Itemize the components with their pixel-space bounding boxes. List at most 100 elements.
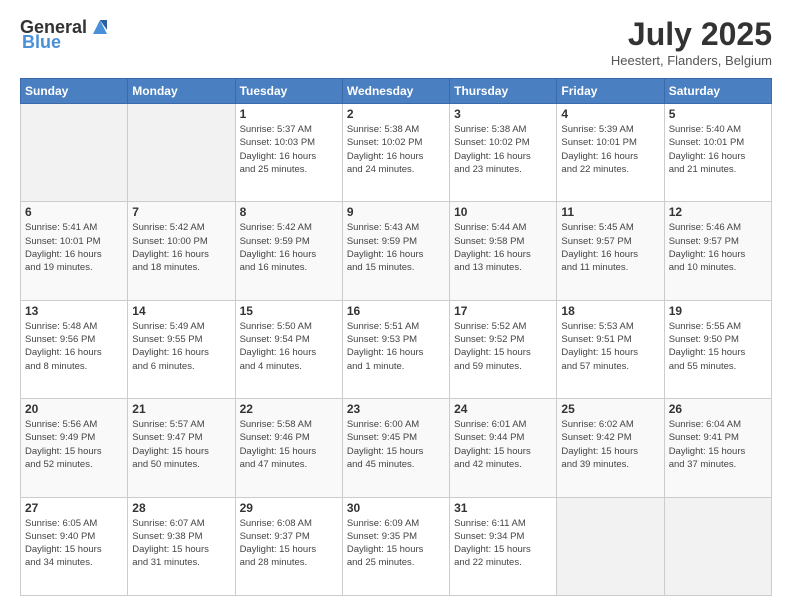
day-number: 15 — [240, 304, 338, 318]
day-number: 31 — [454, 501, 552, 515]
day-number: 21 — [132, 402, 230, 416]
day-info: Sunrise: 5:44 AM Sunset: 9:58 PM Dayligh… — [454, 221, 552, 274]
day-info: Sunrise: 5:42 AM Sunset: 9:59 PM Dayligh… — [240, 221, 338, 274]
table-row: 6Sunrise: 5:41 AM Sunset: 10:01 PM Dayli… — [21, 202, 128, 300]
day-info: Sunrise: 6:04 AM Sunset: 9:41 PM Dayligh… — [669, 418, 767, 471]
day-number: 18 — [561, 304, 659, 318]
day-info: Sunrise: 5:53 AM Sunset: 9:51 PM Dayligh… — [561, 320, 659, 373]
day-info: Sunrise: 5:40 AM Sunset: 10:01 PM Daylig… — [669, 123, 767, 176]
day-info: Sunrise: 5:57 AM Sunset: 9:47 PM Dayligh… — [132, 418, 230, 471]
col-thursday: Thursday — [450, 79, 557, 104]
day-number: 12 — [669, 205, 767, 219]
day-info: Sunrise: 6:07 AM Sunset: 9:38 PM Dayligh… — [132, 517, 230, 570]
day-info: Sunrise: 5:52 AM Sunset: 9:52 PM Dayligh… — [454, 320, 552, 373]
day-number: 27 — [25, 501, 123, 515]
table-row: 15Sunrise: 5:50 AM Sunset: 9:54 PM Dayli… — [235, 300, 342, 398]
day-info: Sunrise: 5:46 AM Sunset: 9:57 PM Dayligh… — [669, 221, 767, 274]
table-row: 1 Sunrise: 5:37 AM Sunset: 10:03 PM Dayli… — [235, 104, 342, 202]
day-number: 17 — [454, 304, 552, 318]
day-info: Sunrise: 6:00 AM Sunset: 9:45 PM Dayligh… — [347, 418, 445, 471]
day-number: 10 — [454, 205, 552, 219]
day-info: Sunrise: 5:48 AM Sunset: 9:56 PM Dayligh… — [25, 320, 123, 373]
table-row: 7 Sunrise: 5:42 AM Sunset: 10:00 PM Dayli… — [128, 202, 235, 300]
table-row: 28 Sunrise: 6:07 AM Sunset: 9:38 PM Dayli… — [128, 497, 235, 595]
day-number: 9 — [347, 205, 445, 219]
day-info: Sunrise: 5:39 AM Sunset: 10:01 PM Daylig… — [561, 123, 659, 176]
day-number: 19 — [669, 304, 767, 318]
day-number: 4 — [561, 107, 659, 121]
table-row: 29Sunrise: 6:08 AM Sunset: 9:37 PM Dayli… — [235, 497, 342, 595]
col-wednesday: Wednesday — [342, 79, 449, 104]
day-info: Sunrise: 5:56 AM Sunset: 9:49 PM Dayligh… — [25, 418, 123, 471]
table-row — [664, 497, 771, 595]
day-info: Sunrise: 6:01 AM Sunset: 9:44 PM Dayligh… — [454, 418, 552, 471]
day-number: 11 — [561, 205, 659, 219]
day-info: Sunrise: 6:08 AM Sunset: 9:37 PM Dayligh… — [240, 517, 338, 570]
day-number: 7 — [132, 205, 230, 219]
location-title: Heestert, Flanders, Belgium — [611, 53, 772, 68]
calendar-header-row: Sunday Monday Tuesday Wednesday Thursday… — [21, 79, 772, 104]
logo-blue: Blue — [22, 32, 61, 53]
table-row: 26 Sunrise: 6:04 AM Sunset: 9:41 PM Dayli… — [664, 399, 771, 497]
table-row: 25 Sunrise: 6:02 AM Sunset: 9:42 PM Dayli… — [557, 399, 664, 497]
table-row: 23 Sunrise: 6:00 AM Sunset: 9:45 PM Dayli… — [342, 399, 449, 497]
table-row: 9 Sunrise: 5:43 AM Sunset: 9:59 PM Daylig… — [342, 202, 449, 300]
day-info: Sunrise: 5:45 AM Sunset: 9:57 PM Dayligh… — [561, 221, 659, 274]
day-number: 23 — [347, 402, 445, 416]
col-sunday: Sunday — [21, 79, 128, 104]
table-row: 22 Sunrise: 5:58 AM Sunset: 9:46 PM Dayli… — [235, 399, 342, 497]
day-number: 5 — [669, 107, 767, 121]
day-number: 3 — [454, 107, 552, 121]
table-row: 2 Sunrise: 5:38 AM Sunset: 10:02 PM Dayli… — [342, 104, 449, 202]
day-info: Sunrise: 6:11 AM Sunset: 9:34 PM Dayligh… — [454, 517, 552, 570]
day-number: 14 — [132, 304, 230, 318]
table-row: 27 Sunrise: 6:05 AM Sunset: 9:40 PM Dayli… — [21, 497, 128, 595]
day-number: 22 — [240, 402, 338, 416]
day-info: Sunrise: 5:51 AM Sunset: 9:53 PM Dayligh… — [347, 320, 445, 373]
title-section: July 2025 Heestert, Flanders, Belgium — [611, 16, 772, 68]
table-row: 10 Sunrise: 5:44 AM Sunset: 9:58 PM Dayli… — [450, 202, 557, 300]
day-number: 24 — [454, 402, 552, 416]
day-number: 1 — [240, 107, 338, 121]
table-row: 17 Sunrise: 5:52 AM Sunset: 9:52 PM Dayli… — [450, 300, 557, 398]
day-info: Sunrise: 5:49 AM Sunset: 9:55 PM Dayligh… — [132, 320, 230, 373]
day-info: Sunrise: 5:38 AM Sunset: 10:02 PM Daylig… — [454, 123, 552, 176]
table-row: 3 Sunrise: 5:38 AM Sunset: 10:02 PM Dayli… — [450, 104, 557, 202]
day-info: Sunrise: 5:41 AM Sunset: 10:01 PM Daylig… — [25, 221, 123, 274]
col-tuesday: Tuesday — [235, 79, 342, 104]
day-number: 16 — [347, 304, 445, 318]
col-saturday: Saturday — [664, 79, 771, 104]
day-info: Sunrise: 6:05 AM Sunset: 9:40 PM Dayligh… — [25, 517, 123, 570]
day-number: 8 — [240, 205, 338, 219]
page: General Blue July 2025 Heestert, Flander… — [0, 0, 792, 612]
table-row: 14 Sunrise: 5:49 AM Sunset: 9:55 PM Dayli… — [128, 300, 235, 398]
day-info: Sunrise: 5:58 AM Sunset: 9:46 PM Dayligh… — [240, 418, 338, 471]
day-number: 25 — [561, 402, 659, 416]
day-number: 2 — [347, 107, 445, 121]
day-info: Sunrise: 5:37 AM Sunset: 10:03 PM Daylig… — [240, 123, 338, 176]
table-row: 5 Sunrise: 5:40 AM Sunset: 10:01 PM Dayli… — [664, 104, 771, 202]
day-info: Sunrise: 6:02 AM Sunset: 9:42 PM Dayligh… — [561, 418, 659, 471]
table-row: 4 Sunrise: 5:39 AM Sunset: 10:01 PM Dayli… — [557, 104, 664, 202]
table-row: 18 Sunrise: 5:53 AM Sunset: 9:51 PM Dayli… — [557, 300, 664, 398]
logo-icon — [89, 16, 111, 38]
calendar-table: Sunday Monday Tuesday Wednesday Thursday… — [20, 78, 772, 596]
day-number: 26 — [669, 402, 767, 416]
table-row: 20 Sunrise: 5:56 AM Sunset: 9:49 PM Dayli… — [21, 399, 128, 497]
day-info: Sunrise: 6:09 AM Sunset: 9:35 PM Dayligh… — [347, 517, 445, 570]
day-info: Sunrise: 5:43 AM Sunset: 9:59 PM Dayligh… — [347, 221, 445, 274]
table-row: 24 Sunrise: 6:01 AM Sunset: 9:44 PM Dayli… — [450, 399, 557, 497]
day-number: 20 — [25, 402, 123, 416]
col-friday: Friday — [557, 79, 664, 104]
day-info: Sunrise: 5:38 AM Sunset: 10:02 PM Daylig… — [347, 123, 445, 176]
day-number: 28 — [132, 501, 230, 515]
table-row: 30 Sunrise: 6:09 AM Sunset: 9:35 PM Dayli… — [342, 497, 449, 595]
table-row: 13Sunrise: 5:48 AM Sunset: 9:56 PM Dayli… — [21, 300, 128, 398]
table-row: 31 Sunrise: 6:11 AM Sunset: 9:34 PM Dayli… — [450, 497, 557, 595]
table-row: 12 Sunrise: 5:46 AM Sunset: 9:57 PM Dayli… — [664, 202, 771, 300]
table-row: 19Sunrise: 5:55 AM Sunset: 9:50 PM Dayli… — [664, 300, 771, 398]
day-info: Sunrise: 5:42 AM Sunset: 10:00 PM Daylig… — [132, 221, 230, 274]
month-title: July 2025 — [611, 16, 772, 53]
table-row: 16 Sunrise: 5:51 AM Sunset: 9:53 PM Dayli… — [342, 300, 449, 398]
day-number: 30 — [347, 501, 445, 515]
